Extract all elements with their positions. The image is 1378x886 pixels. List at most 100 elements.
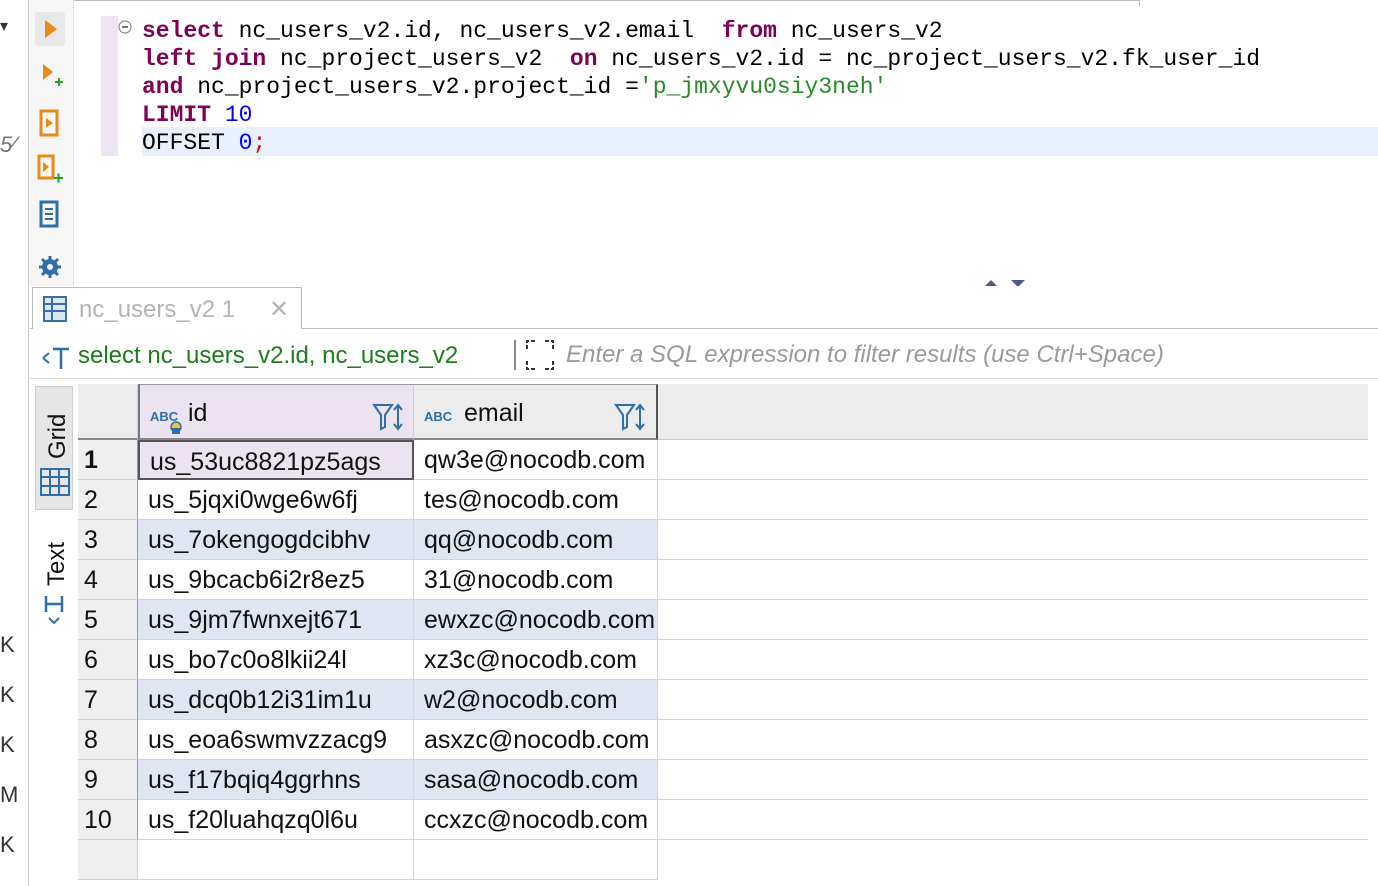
cell-email[interactable]: qq@nocodb.com	[414, 520, 658, 560]
query-text[interactable]: select nc_users_v2.id, nc_users_v2	[78, 342, 458, 370]
table-icon	[41, 294, 69, 329]
cell-id[interactable]: us_53uc8821pz5ags	[138, 440, 414, 480]
text-icon	[41, 592, 67, 631]
cell-id[interactable]: us_f20luahqzq0l6u	[138, 800, 414, 840]
row-number[interactable]: 7	[78, 680, 138, 720]
close-tab-icon[interactable]: ✕	[269, 295, 289, 324]
column-header-id[interactable]: ABC id	[138, 384, 414, 440]
sql-token: 0	[238, 130, 253, 156]
row-filler	[658, 440, 1368, 480]
filter-sort-icon[interactable]	[614, 397, 648, 438]
sql-token: nc_users_v2	[776, 18, 943, 44]
execute-in-new-tab-icon[interactable]	[35, 58, 65, 92]
left-panel-edge: ▾ 5⁄ K K K M K	[0, 0, 29, 886]
tab-text[interactable]: Text	[35, 526, 73, 636]
collapse-arrow-icon[interactable]: ▾	[0, 16, 8, 36]
expand-filter-icon[interactable]	[524, 338, 556, 377]
cell-id[interactable]: us_7okengogdcibhv	[138, 520, 414, 560]
cell-id[interactable]: us_5jqxi0wge6w6fj	[138, 480, 414, 520]
tab-grid[interactable]: Grid	[35, 386, 73, 510]
results-tab-label: nc_users_v2 1	[79, 296, 236, 323]
row-filler	[658, 760, 1368, 800]
sql-code-line[interactable]: OFFSET 0;	[142, 129, 266, 157]
left-fragment: M	[0, 782, 19, 807]
cell-id[interactable]: us_eoa6swmvzzacg9	[138, 720, 414, 760]
cell-id[interactable]: us_bo7c0o8lkii24l	[138, 640, 414, 680]
cell-email[interactable]: qw3e@nocodb.com	[414, 440, 658, 480]
execute-script-new-tab-icon[interactable]	[35, 152, 65, 186]
fold-collapse-icon[interactable]	[118, 20, 132, 34]
filter-separator	[514, 340, 516, 370]
sql-token: select	[142, 18, 225, 44]
left-fragment: 5⁄	[0, 132, 16, 157]
sql-code-line[interactable]: LIMIT 10	[142, 101, 252, 129]
row-number[interactable]: 10	[78, 800, 138, 840]
cell-id[interactable]: us_dcq0b12i31im1u	[138, 680, 414, 720]
cell-email[interactable]: tes@nocodb.com	[414, 480, 658, 520]
cell-id[interactable]: us_9bcacb6i2r8ez5	[138, 560, 414, 600]
row-filler	[658, 680, 1368, 720]
left-fragment: K	[0, 832, 15, 857]
grid-corner	[78, 384, 138, 440]
row-number[interactable]: 2	[78, 480, 138, 520]
column-header-id-label: id	[188, 399, 208, 427]
sql-token: from	[721, 18, 777, 44]
filter-sort-icon[interactable]	[372, 397, 406, 438]
row-number[interactable]: 9	[78, 760, 138, 800]
row-filler	[658, 600, 1368, 640]
cell-email[interactable]: sasa@nocodb.com	[414, 760, 658, 800]
sql-token: nc_project_users_v2.project_id =	[183, 74, 639, 100]
empty-row-cell	[138, 840, 414, 880]
current-line-highlight	[142, 127, 1378, 156]
sql-token: nc_users_v2.id, nc_users_v2.email	[224, 18, 722, 44]
sql-token: nc_project_users_v2	[266, 46, 570, 72]
row-number[interactable]: 5	[78, 600, 138, 640]
sql-token: ;	[252, 130, 267, 156]
empty-row-cell	[78, 840, 138, 880]
grid-header-filler	[658, 384, 1368, 440]
sql-code-line[interactable]: select nc_users_v2.id, nc_users_v2.email…	[142, 17, 943, 45]
cell-id[interactable]: us_9jm7fwnxejt671	[138, 600, 414, 640]
sql-token: LIMIT	[142, 102, 212, 128]
cell-email[interactable]: ewxzc@nocodb.com	[414, 600, 658, 640]
row-filler	[658, 800, 1368, 840]
svg-text:ABC: ABC	[424, 409, 453, 424]
sql-token: and	[142, 74, 184, 100]
row-number[interactable]: 4	[78, 560, 138, 600]
row-filler	[658, 560, 1368, 600]
cell-email[interactable]: 31@nocodb.com	[414, 560, 658, 600]
sql-token: OFFSET	[142, 130, 239, 156]
editor-toolbar	[29, 0, 74, 286]
cell-email[interactable]: asxzc@nocodb.com	[414, 720, 658, 760]
results-grid: ABC id ABC email 1 us_53uc8821pz5ags qw3e@…	[78, 384, 1368, 886]
sql-code-line[interactable]: and nc_project_users_v2.project_id ='p_j…	[142, 73, 887, 101]
sql-token: nc_users_v2.id = nc_project_users_v2.fk_…	[597, 46, 1261, 72]
cell-id[interactable]: us_f17bqiq4ggrhns	[138, 760, 414, 800]
cell-email[interactable]: xz3c@nocodb.com	[414, 640, 658, 680]
column-header-email-label: email	[464, 399, 524, 427]
row-number[interactable]: 6	[78, 640, 138, 680]
execute-script-icon[interactable]	[35, 106, 65, 140]
cell-email[interactable]: ccxzc@nocodb.com	[414, 800, 658, 840]
empty-row-cell	[414, 840, 658, 880]
execute-statement-icon[interactable]	[35, 12, 65, 46]
row-number[interactable]: 3	[78, 520, 138, 560]
results-tab[interactable]: nc_users_v2 1 ✕	[32, 287, 302, 329]
key-column-type-icon: ABC	[150, 399, 186, 438]
explain-plan-icon[interactable]	[35, 198, 65, 232]
settings-gear-icon[interactable]	[35, 248, 65, 282]
cell-email[interactable]: w2@nocodb.com	[414, 680, 658, 720]
row-filler	[658, 480, 1368, 520]
sql-token: left join	[142, 46, 267, 72]
sql-code-line[interactable]: left join nc_project_users_v2 on nc_user…	[142, 45, 1260, 73]
left-fragment: K	[0, 632, 15, 657]
filter-expression-input[interactable]	[566, 338, 1366, 372]
column-header-email[interactable]: ABC email	[414, 384, 658, 440]
text-column-type-icon: ABC	[424, 399, 460, 438]
row-number[interactable]: 1	[78, 440, 138, 480]
row-filler	[658, 720, 1368, 760]
sql-text-icon	[40, 344, 74, 377]
row-number[interactable]: 8	[78, 720, 138, 760]
row-filler	[658, 520, 1368, 560]
